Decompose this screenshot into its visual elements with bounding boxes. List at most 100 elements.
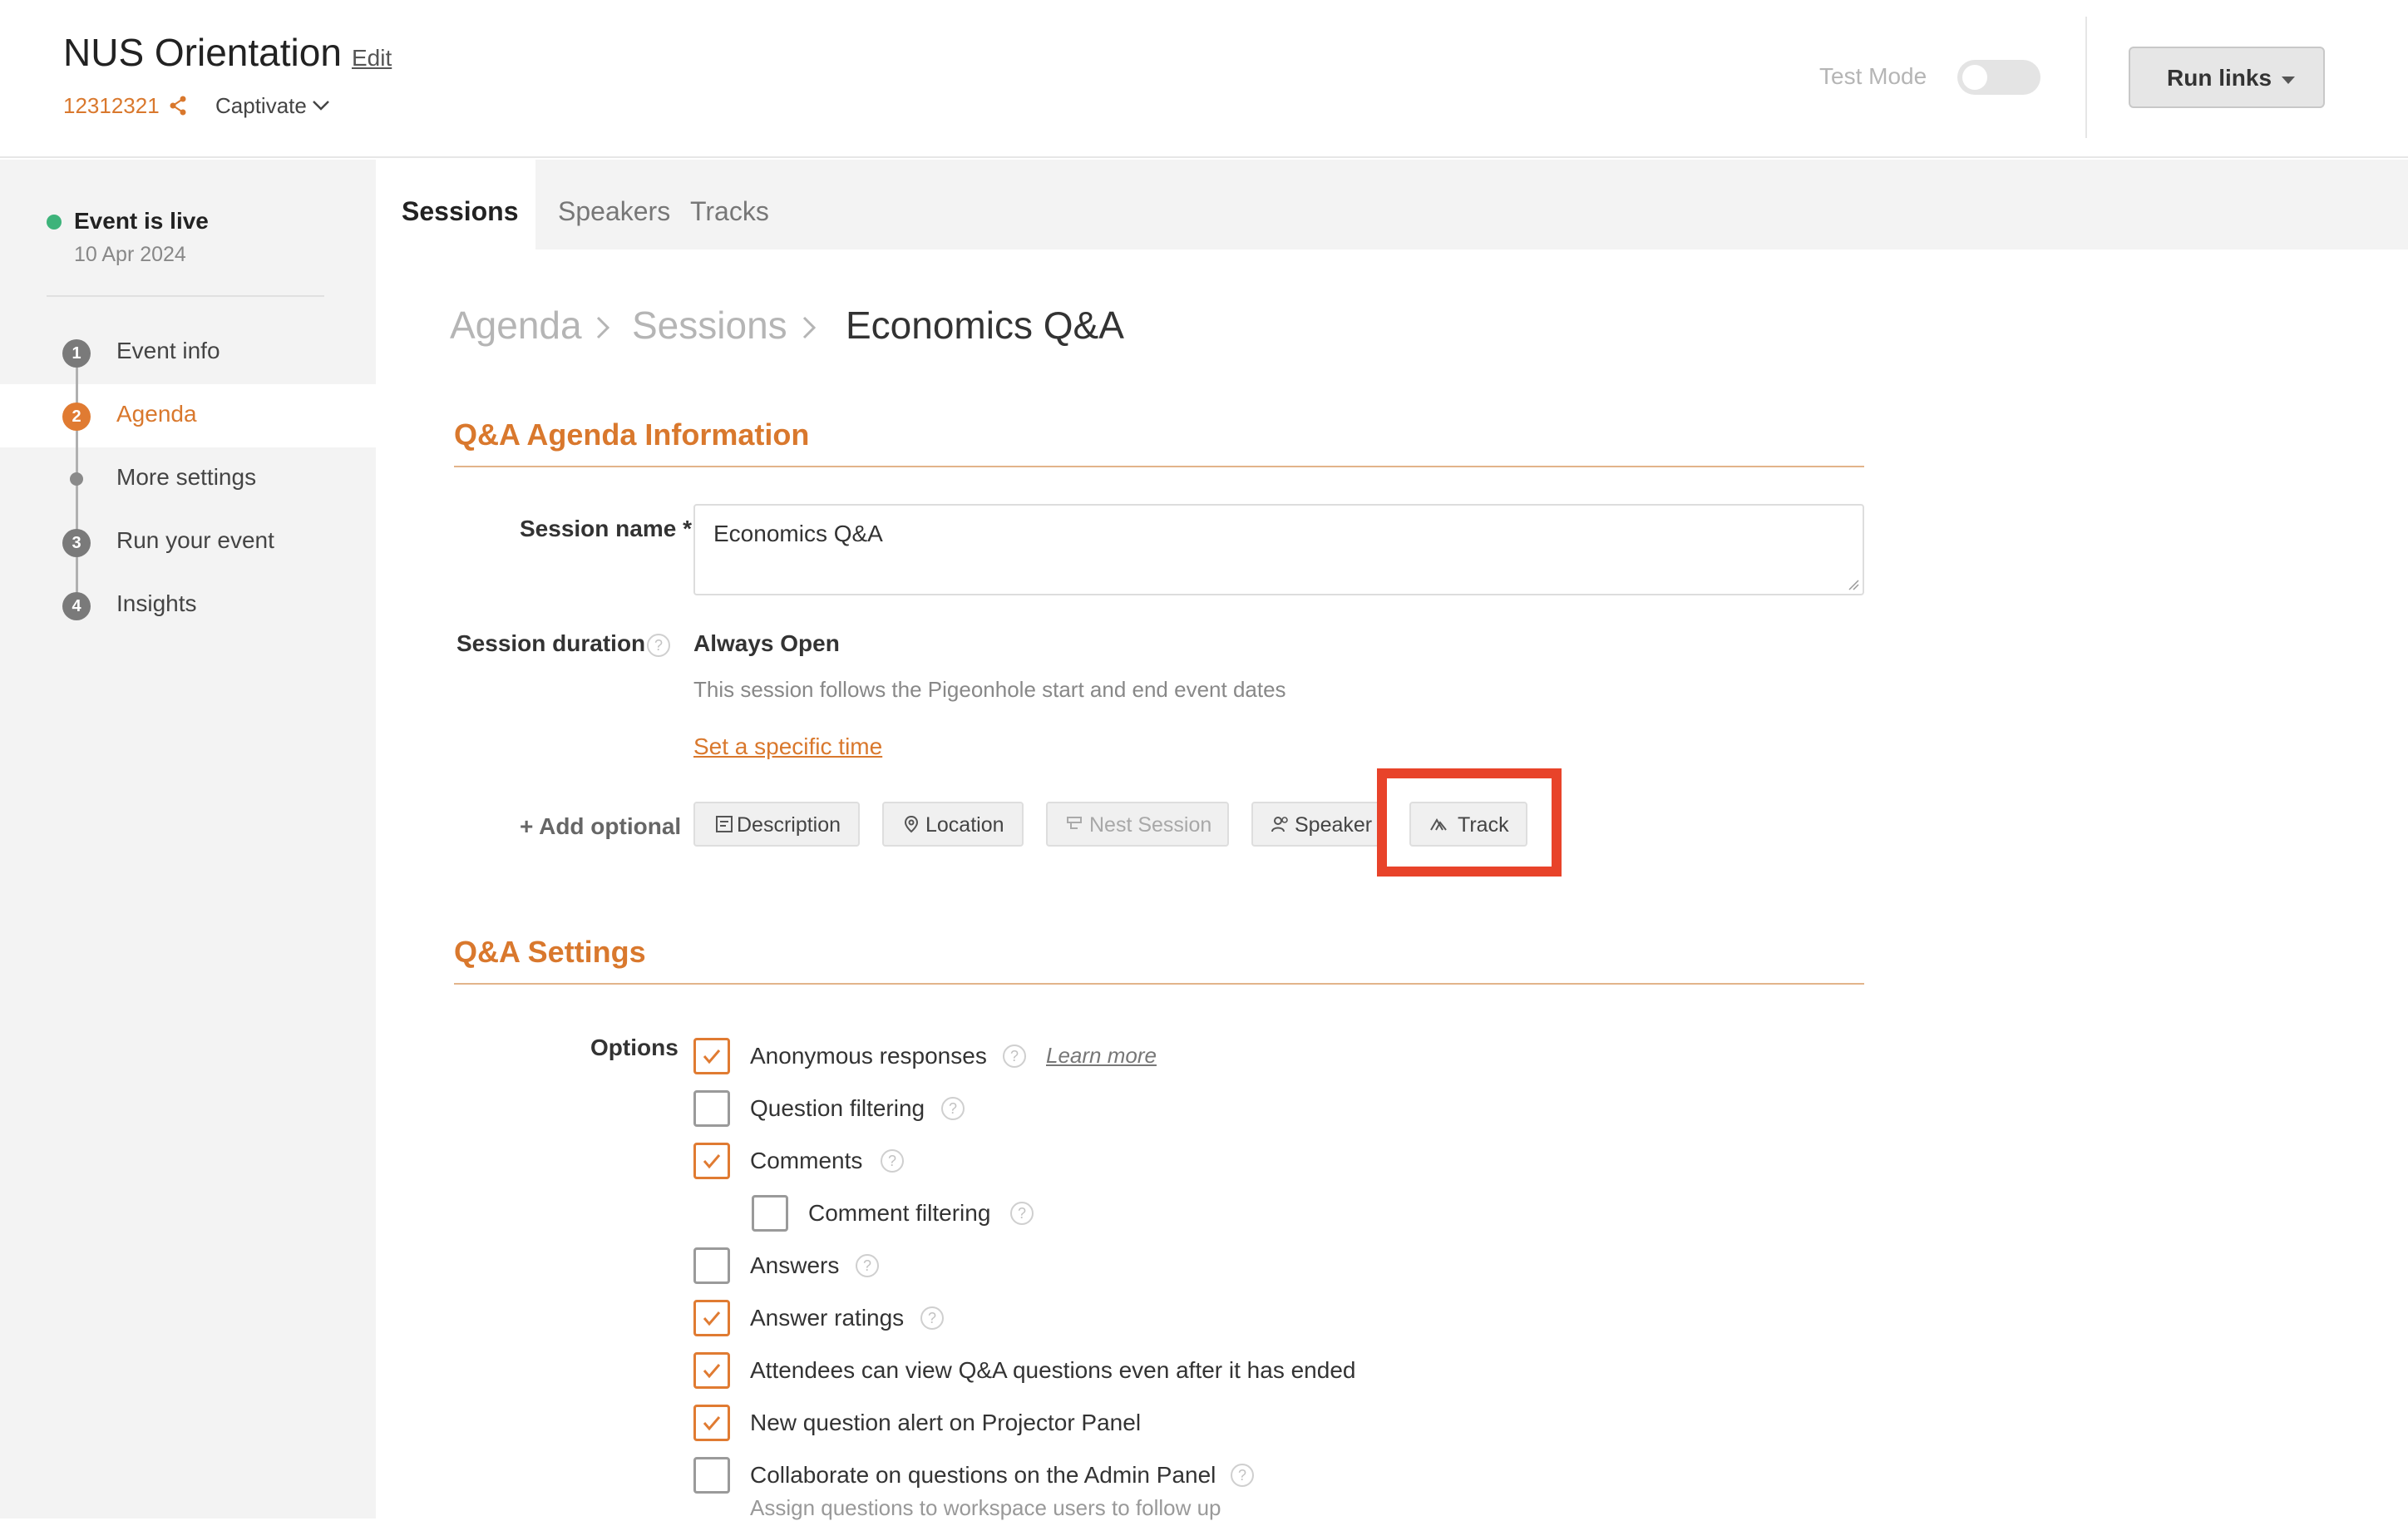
check-icon	[703, 1311, 721, 1326]
track-highlight-box	[1377, 768, 1562, 877]
sidebar-item-event-info[interactable]: 1 Event info	[0, 321, 376, 384]
help-icon[interactable]: ?	[856, 1254, 879, 1277]
run-links-label: Run links	[2167, 65, 2272, 91]
nest-session-icon	[1067, 817, 1082, 829]
header-divider	[2085, 17, 2087, 138]
substep-dot	[70, 472, 83, 486]
learn-more-link[interactable]: Learn more	[1046, 1043, 1157, 1069]
breadcrumb-agenda[interactable]: Agenda	[450, 303, 582, 348]
help-icon[interactable]: ?	[941, 1097, 965, 1120]
checkbox-unchecked[interactable]	[693, 1247, 730, 1284]
share-icon[interactable]	[168, 95, 188, 116]
agenda-info-heading: Q&A Agenda Information	[454, 417, 810, 452]
step-number: 1	[62, 339, 91, 368]
breadcrumb-current: Economics Q&A	[846, 304, 1124, 347]
session-name-value: Economics Q&A	[713, 521, 883, 546]
section-divider	[454, 466, 1864, 467]
add-speaker-button[interactable]: Speaker	[1251, 802, 1384, 847]
option-label: Attendees can view Q&A questions even af…	[750, 1357, 1356, 1383]
options-label: Options	[590, 1035, 678, 1060]
event-date: 10 Apr 2024	[74, 243, 186, 266]
help-icon[interactable]: ?	[920, 1306, 944, 1330]
event-status: Event is live	[74, 208, 209, 234]
button-label: Description	[737, 813, 841, 837]
set-specific-time-link[interactable]: Set a specific time	[693, 733, 882, 760]
location-pin-icon	[904, 815, 919, 833]
checkbox-checked[interactable]	[693, 1300, 730, 1336]
check-icon	[703, 1154, 721, 1169]
session-duration-label: Session duration	[456, 630, 646, 656]
checkbox-checked[interactable]	[693, 1143, 730, 1179]
help-icon[interactable]: ?	[647, 634, 670, 657]
option-label: Question filtering	[750, 1095, 925, 1121]
option-label: Answers	[750, 1252, 840, 1278]
session-name-label: Session name *	[520, 516, 692, 541]
duration-value: Always Open	[693, 630, 840, 656]
checkbox-checked[interactable]	[693, 1038, 730, 1074]
description-icon	[716, 816, 733, 832]
check-icon	[703, 1049, 721, 1064]
add-location-button[interactable]: Location	[882, 802, 1024, 847]
live-status-dot	[47, 215, 62, 230]
option-label: Comment filtering	[808, 1200, 991, 1226]
checkbox-checked[interactable]	[693, 1405, 730, 1441]
option-label: New question alert on Projector Panel	[750, 1410, 1142, 1435]
checkbox-checked[interactable]	[693, 1352, 730, 1389]
tab-bar: Sessions Speakers Tracks	[376, 160, 2408, 249]
toggle-knob	[1962, 65, 1987, 90]
tab-sessions[interactable]: Sessions	[376, 160, 535, 249]
option-label: Comments	[750, 1148, 863, 1173]
checkbox-unchecked[interactable]	[693, 1090, 730, 1127]
sidebar-item-insights[interactable]: 4 Insights	[0, 574, 376, 637]
option-label: Collaborate on questions on the Admin Pa…	[750, 1462, 1216, 1488]
button-label: Speaker	[1295, 813, 1373, 837]
help-icon[interactable]: ?	[1003, 1044, 1026, 1068]
check-icon	[703, 1416, 721, 1431]
add-description-button[interactable]: Description	[693, 802, 860, 847]
help-icon[interactable]: ?	[1010, 1202, 1034, 1225]
sidebar-item-agenda[interactable]: 2 Agenda	[0, 384, 376, 447]
session-name-input[interactable]: Economics Q&A	[693, 504, 1864, 595]
sidebar-item-more-settings[interactable]: More settings	[0, 447, 376, 511]
test-mode-toggle[interactable]	[1957, 60, 2040, 95]
sidebar-item-label: Insights	[116, 590, 197, 616]
resize-handle-icon[interactable]	[1848, 579, 1859, 590]
step-number: 3	[62, 529, 91, 557]
tab-tracks[interactable]: Tracks	[669, 160, 777, 249]
option-label: Anonymous responses	[750, 1043, 987, 1069]
check-icon	[703, 1364, 721, 1379]
breadcrumb-sessions[interactable]: Sessions	[632, 303, 787, 348]
help-icon[interactable]: ?	[881, 1149, 904, 1173]
sidebar-divider	[47, 295, 324, 297]
chevron-down-icon[interactable]	[311, 98, 331, 113]
sidebar-item-label: Agenda	[116, 401, 197, 427]
duration-note: This session follows the Pigeonhole star…	[693, 677, 1286, 702]
top-header: NUS Orientation Edit 12312321 Captivate …	[0, 0, 2408, 158]
add-optional-label: + Add optional	[520, 813, 682, 839]
speaker-icon	[1271, 817, 1288, 832]
checkbox-unchecked[interactable]	[752, 1195, 788, 1232]
qa-settings-heading: Q&A Settings	[454, 935, 646, 969]
step-number: 4	[62, 592, 91, 620]
add-nest-session-button[interactable]: Nest Session	[1046, 802, 1229, 847]
event-code[interactable]: 12312321	[63, 93, 160, 119]
edit-title-link[interactable]: Edit	[352, 45, 392, 72]
chevron-right-icon	[596, 316, 610, 339]
button-label: Nest Session	[1089, 813, 1212, 837]
run-links-button[interactable]: Run links	[2129, 47, 2325, 108]
sidebar-item-label: Event info	[116, 338, 220, 363]
caret-down-icon	[2282, 77, 2295, 84]
workspace-selector[interactable]: Captivate	[215, 93, 307, 119]
sidebar-item-label: Run your event	[116, 527, 274, 553]
button-label: Location	[925, 813, 1004, 837]
sidebar-item-run-your-event[interactable]: 3 Run your event	[0, 511, 376, 574]
sidebar-item-label: More settings	[116, 464, 257, 490]
step-number: 2	[62, 402, 91, 431]
test-mode-label: Test Mode	[1819, 63, 1927, 89]
tab-speakers[interactable]: Speakers	[535, 160, 670, 249]
checkbox-unchecked[interactable]	[693, 1457, 730, 1494]
option-label: Answer ratings	[750, 1305, 905, 1331]
section-divider	[454, 983, 1864, 985]
help-icon[interactable]: ?	[1231, 1464, 1254, 1487]
chevron-right-icon	[802, 316, 817, 339]
